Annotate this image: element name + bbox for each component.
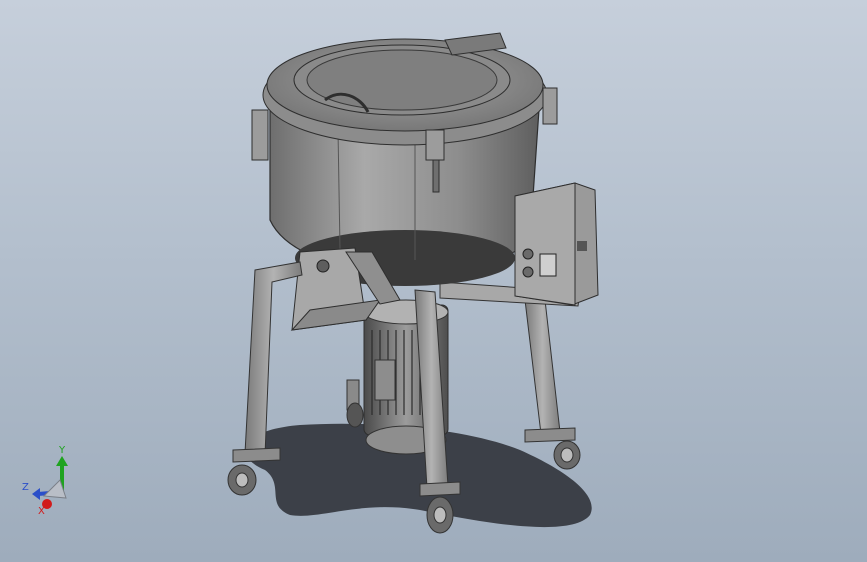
cable-gland <box>577 241 587 251</box>
z-axis-label: Z <box>22 482 29 493</box>
chute-handle[interactable] <box>316 259 330 273</box>
power-switch[interactable] <box>539 253 557 277</box>
x-axis-label: X <box>38 506 45 517</box>
mixer-lid[interactable] <box>262 32 548 146</box>
coordinate-triad: Y Z X <box>22 445 68 517</box>
y-axis-label: Y <box>58 445 66 456</box>
lid-clamp-left[interactable] <box>251 109 269 161</box>
control-box[interactable] <box>514 182 599 306</box>
rear-right-leg <box>524 299 581 470</box>
cad-viewport[interactable] <box>0 0 867 562</box>
lid-clamp-right[interactable] <box>542 87 558 125</box>
control-knob-lower[interactable] <box>522 266 534 278</box>
control-knob-upper[interactable] <box>522 248 534 260</box>
rear-caster <box>346 379 364 428</box>
